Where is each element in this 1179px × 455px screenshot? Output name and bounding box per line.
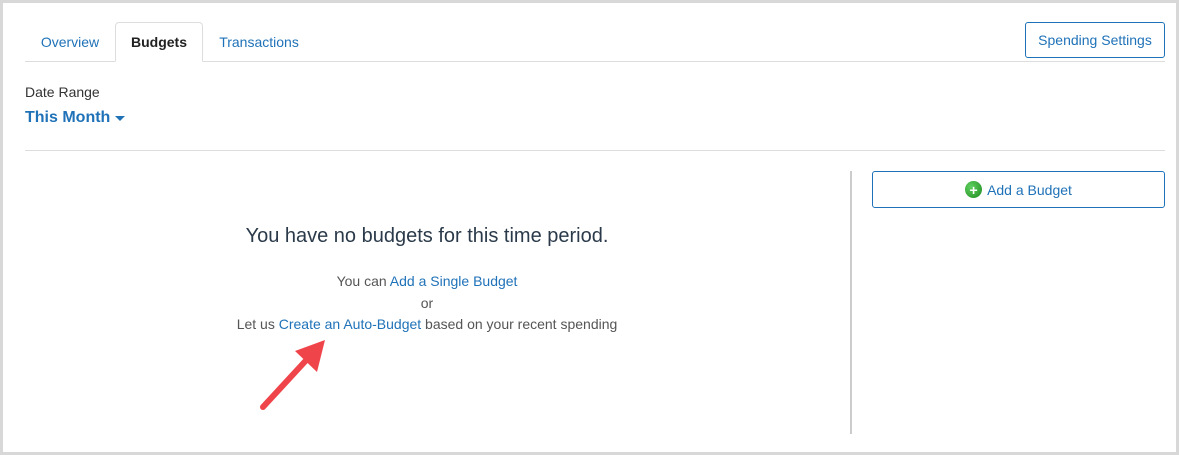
add-single-budget-link[interactable]: Add a Single Budget: [390, 273, 518, 289]
section-divider: [25, 150, 1165, 151]
empty-state-or: or: [420, 295, 434, 311]
add-budget-label: Add a Budget: [987, 181, 1072, 198]
plus-circle-icon: +: [965, 181, 983, 198]
empty-state-line-auto: Let us Create an Auto-Budget based on yo…: [25, 316, 829, 332]
column-divider: [850, 171, 852, 434]
date-range-dropdown[interactable]: This Month: [25, 109, 126, 127]
line-prefix: You can: [336, 273, 390, 289]
caret-down-icon: [115, 115, 126, 121]
tab-overview[interactable]: Overview: [27, 22, 113, 62]
tab-budgets[interactable]: Budgets: [115, 22, 203, 62]
spending-settings-button[interactable]: Spending Settings: [1025, 22, 1165, 58]
empty-state-line-single: You can Add a Single Budget: [25, 273, 829, 289]
create-auto-budget-link[interactable]: Create an Auto-Budget: [279, 316, 421, 332]
red-arrow-icon: [260, 340, 325, 410]
page-frame: Overview Budgets Transactions Spending S…: [0, 0, 1179, 455]
line-prefix: Let us: [236, 316, 279, 332]
line-suffix: based on your recent spending: [421, 316, 618, 332]
empty-state-title: You have no budgets for this time period…: [245, 225, 609, 247]
date-range-label: Date Range: [25, 84, 100, 100]
tab-transactions[interactable]: Transactions: [205, 22, 313, 62]
add-budget-button[interactable]: + Add a Budget: [872, 171, 1165, 208]
date-range-value: This Month: [25, 109, 111, 126]
